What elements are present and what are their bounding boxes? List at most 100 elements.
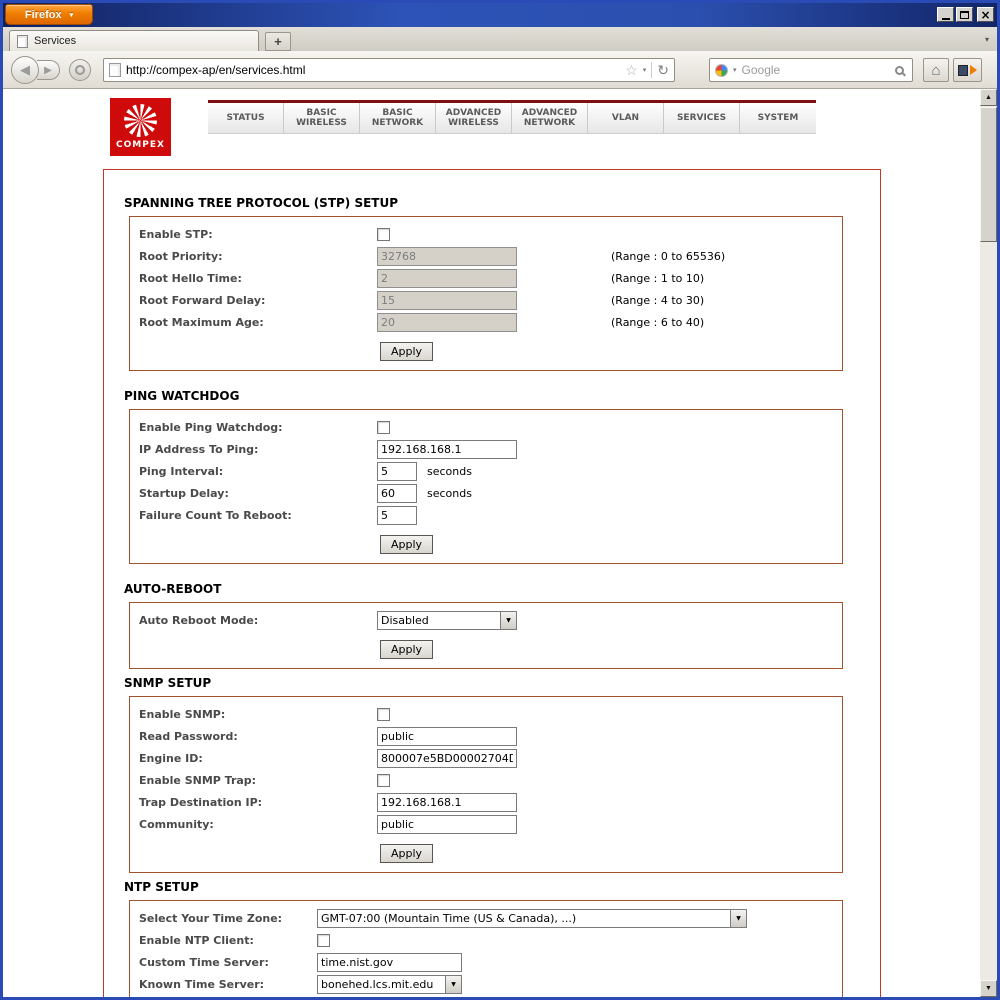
search-box[interactable]: ▾ Google (709, 58, 913, 82)
read-password-input[interactable] (377, 726, 517, 746)
section-title-auto: AUTO-REBOOT (124, 582, 222, 596)
auto-reboot-mode-label: Auto Reboot Mode: (139, 613, 259, 627)
list-all-tabs-button[interactable]: ▾ (985, 35, 989, 44)
new-tab-button[interactable]: + (265, 32, 291, 51)
trap-destination-ip-input[interactable] (377, 792, 517, 812)
root-maximum-age-range-note: (Range : 6 to 40) (611, 315, 705, 329)
root-maximum-age-input (377, 312, 517, 332)
home-button[interactable]: ⌂ (923, 58, 949, 82)
section-title-ntp: NTP SETUP (124, 880, 199, 894)
known-time-server-label: Known Time Server: (139, 977, 265, 991)
auto-apply-button[interactable]: Apply (380, 640, 434, 659)
close-button[interactable]: × (977, 7, 994, 22)
enable-stp-checkbox[interactable] (377, 227, 390, 241)
section-box-stp: Enable STP: Root Priority: (Range : 0 to 6… (129, 216, 843, 371)
stp-apply-button[interactable]: Apply (380, 342, 434, 361)
ping-apply-row: Apply (380, 533, 842, 554)
form-row-root-hello-time: Root Hello Time: (Range : 1 to 10) (130, 267, 842, 289)
form-row-enable-ping-watchdog: Enable Ping Watchdog: (130, 416, 842, 438)
window-controls: × (937, 7, 994, 22)
search-engine-dropdown-icon[interactable]: ▾ (733, 66, 737, 74)
site-favicon-icon (109, 63, 121, 77)
ip-address-to-ping-input[interactable] (377, 439, 517, 459)
form-row-auto-reboot-mode: Auto Reboot Mode: Disabled ▼ (130, 609, 842, 631)
logo-sunburst-icon (124, 104, 157, 137)
time-zone-selected-value: GMT-07:00 (Mountain Time (US & Canada), … (321, 911, 577, 925)
minimize-button[interactable] (937, 7, 954, 22)
enable-snmp-label: Enable SNMP: (139, 707, 226, 721)
dropdown-arrow-icon[interactable]: ▼ (500, 611, 516, 629)
startup-delay-input[interactable] (377, 483, 417, 503)
minimize-icon (941, 17, 950, 20)
scroll-down-button[interactable]: ▼ (980, 980, 997, 997)
tab-strip: Services + ▾ (3, 27, 997, 51)
enable-ntp-client-checkbox[interactable] (317, 933, 330, 947)
forward-icon: ▶ (44, 64, 52, 76)
section-box-auto: Auto Reboot Mode: Disabled ▼ Apply (129, 602, 843, 669)
menu-item-vlan[interactable]: VLAN (588, 103, 664, 133)
scroll-up-button[interactable]: ▲ (980, 89, 997, 106)
custom-time-server-input[interactable] (317, 952, 462, 972)
url-dropdown-icon[interactable]: ▾ (643, 66, 647, 74)
divider (651, 62, 653, 78)
navigation-toolbar: ◀ ▶ http://compex-ap/en/services.html ☆ … (3, 51, 997, 89)
time-zone-select[interactable]: GMT-07:00 (Mountain Time (US & Canada), … (317, 908, 747, 928)
form-row-enable-stp: Enable STP: (130, 223, 842, 245)
menu-item-basic-network[interactable]: BASIC NETWORK (360, 103, 436, 133)
menu-item-services[interactable]: SERVICES (664, 103, 740, 133)
enable-snmp-trap-checkbox[interactable] (377, 773, 390, 787)
ping-interval-input[interactable] (377, 461, 417, 481)
root-hello-time-label: Root Hello Time: (139, 271, 242, 285)
enable-ping-watchdog-label: Enable Ping Watchdog: (139, 420, 283, 434)
vertical-scrollbar[interactable]: ▲ ▼ (980, 89, 997, 997)
failure-count-to-reboot-input[interactable] (377, 505, 417, 525)
close-icon: × (980, 7, 991, 22)
root-forward-delay-input (377, 290, 517, 310)
maximize-button[interactable] (956, 7, 973, 22)
root-priority-input (377, 246, 517, 266)
menu-item-advanced-wireless[interactable]: ADVANCED WIRELESS (436, 103, 512, 133)
auto-apply-row: Apply (380, 638, 842, 659)
url-input[interactable]: http://compex-ap/en/services.html (126, 63, 620, 77)
firefox-menu-button[interactable]: Firefox ▾ (5, 4, 93, 25)
ping-apply-button[interactable]: Apply (380, 535, 434, 554)
chevron-down-icon: ▾ (69, 11, 74, 19)
dropdown-arrow-icon[interactable]: ▼ (445, 975, 461, 993)
search-icon[interactable] (895, 65, 904, 75)
menu-item-advanced-network[interactable]: ADVANCED NETWORK (512, 103, 588, 133)
section-box-ntp: Select Your Time Zone: GMT-07:00 (Mountai… (129, 900, 843, 997)
enable-snmp-checkbox[interactable] (377, 707, 390, 721)
reload-icon[interactable]: ↻ (657, 63, 669, 77)
startup-delay-suffix-label: seconds (427, 486, 472, 500)
form-sections: SPANNING TREE PROTOCOL (STP) SETUP Enable… (104, 196, 880, 997)
menu-item-status[interactable]: STATUS (208, 103, 284, 133)
tab-services[interactable]: Services (9, 30, 259, 51)
form-row-enable-ntp-client: Enable NTP Client: (130, 929, 842, 951)
form-row-ping-interval: Ping Interval: seconds (130, 460, 842, 482)
community-input[interactable] (377, 814, 517, 834)
engine-id-input[interactable] (377, 748, 517, 768)
form-row-custom-time-server: Custom Time Server: (130, 951, 842, 973)
menu-item-system[interactable]: SYSTEM (740, 103, 816, 133)
search-input[interactable]: Google (742, 63, 890, 77)
back-icon: ◀ (20, 62, 30, 77)
section-title-snmp: SNMP SETUP (124, 676, 212, 690)
dropdown-arrow-icon[interactable]: ▼ (730, 909, 746, 927)
scrollbar-thumb[interactable] (980, 107, 997, 242)
enable-ping-watchdog-checkbox[interactable] (377, 420, 390, 434)
google-engine-icon[interactable] (715, 63, 728, 77)
extension-icon (75, 65, 85, 75)
page-icon (17, 34, 28, 48)
forward-button[interactable]: ▶ (37, 60, 60, 80)
auto-reboot-mode-select[interactable]: Disabled ▼ (377, 610, 517, 630)
snmp-apply-button[interactable]: Apply (380, 844, 434, 863)
form-row-root-maximum-age: Root Maximum Age: (Range : 6 to 40) (130, 311, 842, 333)
bookmark-star-icon[interactable]: ☆ (625, 63, 638, 77)
url-bar[interactable]: http://compex-ap/en/services.html ☆ ▾ ↻ (103, 58, 675, 82)
back-button[interactable]: ◀ (11, 56, 39, 84)
panel-button[interactable] (953, 58, 982, 82)
menu-item-basic-wireless[interactable]: BASIC WIRELESS (284, 103, 360, 133)
root-maximum-age-label: Root Maximum Age: (139, 315, 264, 329)
extension-button[interactable] (69, 59, 91, 81)
known-time-server-select[interactable]: bonehed.lcs.mit.edu ▼ (317, 974, 462, 994)
